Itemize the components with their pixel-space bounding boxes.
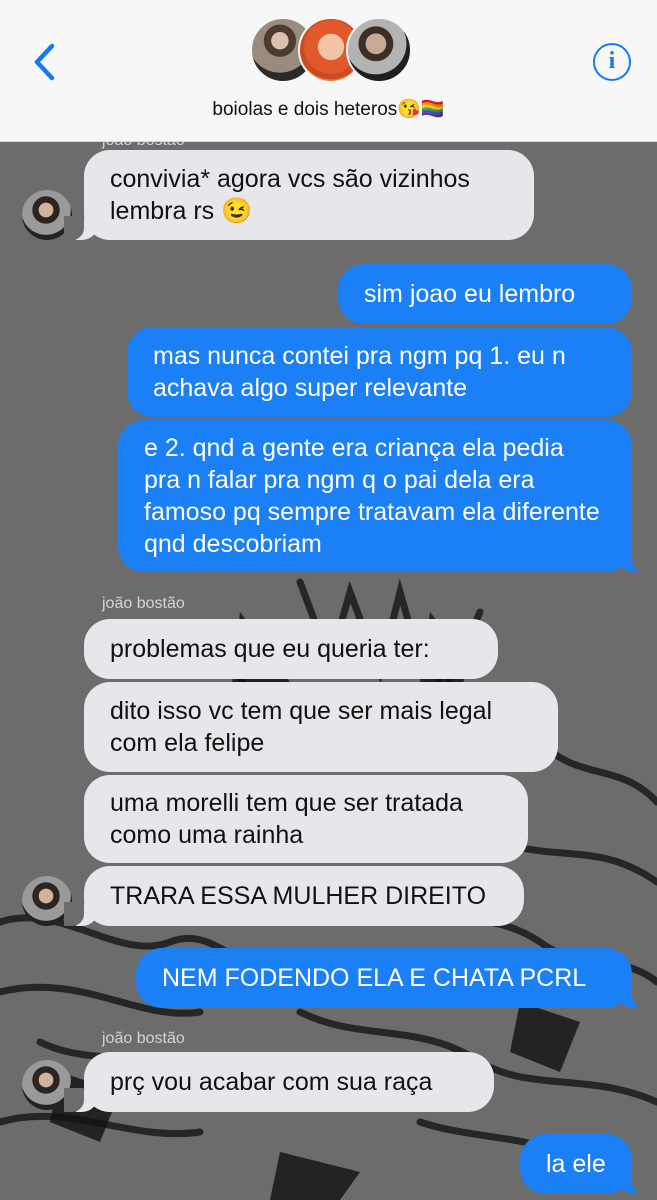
avatar — [346, 17, 412, 83]
back-button[interactable] — [30, 42, 60, 82]
message-bubble[interactable]: la ele — [520, 1134, 652, 1194]
message-bubble[interactable]: sim joao eu lembro — [338, 264, 632, 324]
message-bubble[interactable]: TRARA ESSA MULHER DIREITO — [64, 866, 524, 926]
message-text: TRARA ESSA MULHER DIREITO — [110, 882, 487, 910]
message-bubble[interactable]: NEM FODENDO ELA E CHATA PCRL — [136, 948, 652, 1008]
chevron-left-icon — [34, 43, 55, 81]
message-bubble[interactable]: problemas que eu queria ter: — [84, 619, 498, 679]
message-text: problemas que eu queria ter: — [110, 635, 430, 663]
sender-name: joão bostão — [102, 142, 185, 150]
info-button[interactable]: i — [593, 43, 631, 81]
sender-name: joão bostão — [102, 1030, 185, 1047]
message-bubble[interactable]: dito isso vc tem que ser mais legal com … — [84, 682, 558, 772]
message-bubble[interactable]: mas nunca contei pra ngm pq 1. eu n acha… — [127, 327, 632, 417]
message-text: e 2. qnd a gente era criança ela pedia p… — [144, 434, 600, 558]
sender-name: joão bostão — [102, 595, 185, 612]
message-text: convivia* agora vcs são vizinhos lembra … — [110, 165, 470, 225]
message-text: uma morelli tem que ser tratada como uma… — [110, 789, 463, 849]
group-avatars[interactable] — [250, 17, 412, 87]
message-text: dito isso vc tem que ser mais legal com … — [110, 697, 493, 757]
info-icon: i — [608, 48, 616, 74]
message-bubble[interactable]: uma morelli tem que ser tratada como uma… — [84, 775, 528, 863]
message-bubble[interactable]: convivia* agora vcs são vizinhos lembra … — [64, 150, 534, 240]
group-title[interactable]: boiolas e dois heteros😘🏳️‍🌈 — [0, 97, 657, 121]
message-text: sim joao eu lembro — [364, 280, 576, 308]
message-text: la ele — [546, 1150, 606, 1178]
message-bubble[interactable]: e 2. qnd a gente era criança ela pedia p… — [118, 420, 652, 572]
chat-header: boiolas e dois heteros😘🏳️‍🌈 i — [0, 0, 657, 142]
message-text: mas nunca contei pra ngm pq 1. eu n acha… — [153, 342, 566, 402]
message-text: NEM FODENDO ELA E CHATA PCRL — [162, 964, 587, 992]
message-text: prç vou acabar com sua raça — [110, 1068, 433, 1096]
message-list[interactable]: joão bostão convivia* agora vcs são vizi… — [0, 142, 657, 1200]
message-bubble[interactable]: prç vou acabar com sua raça — [64, 1052, 494, 1112]
